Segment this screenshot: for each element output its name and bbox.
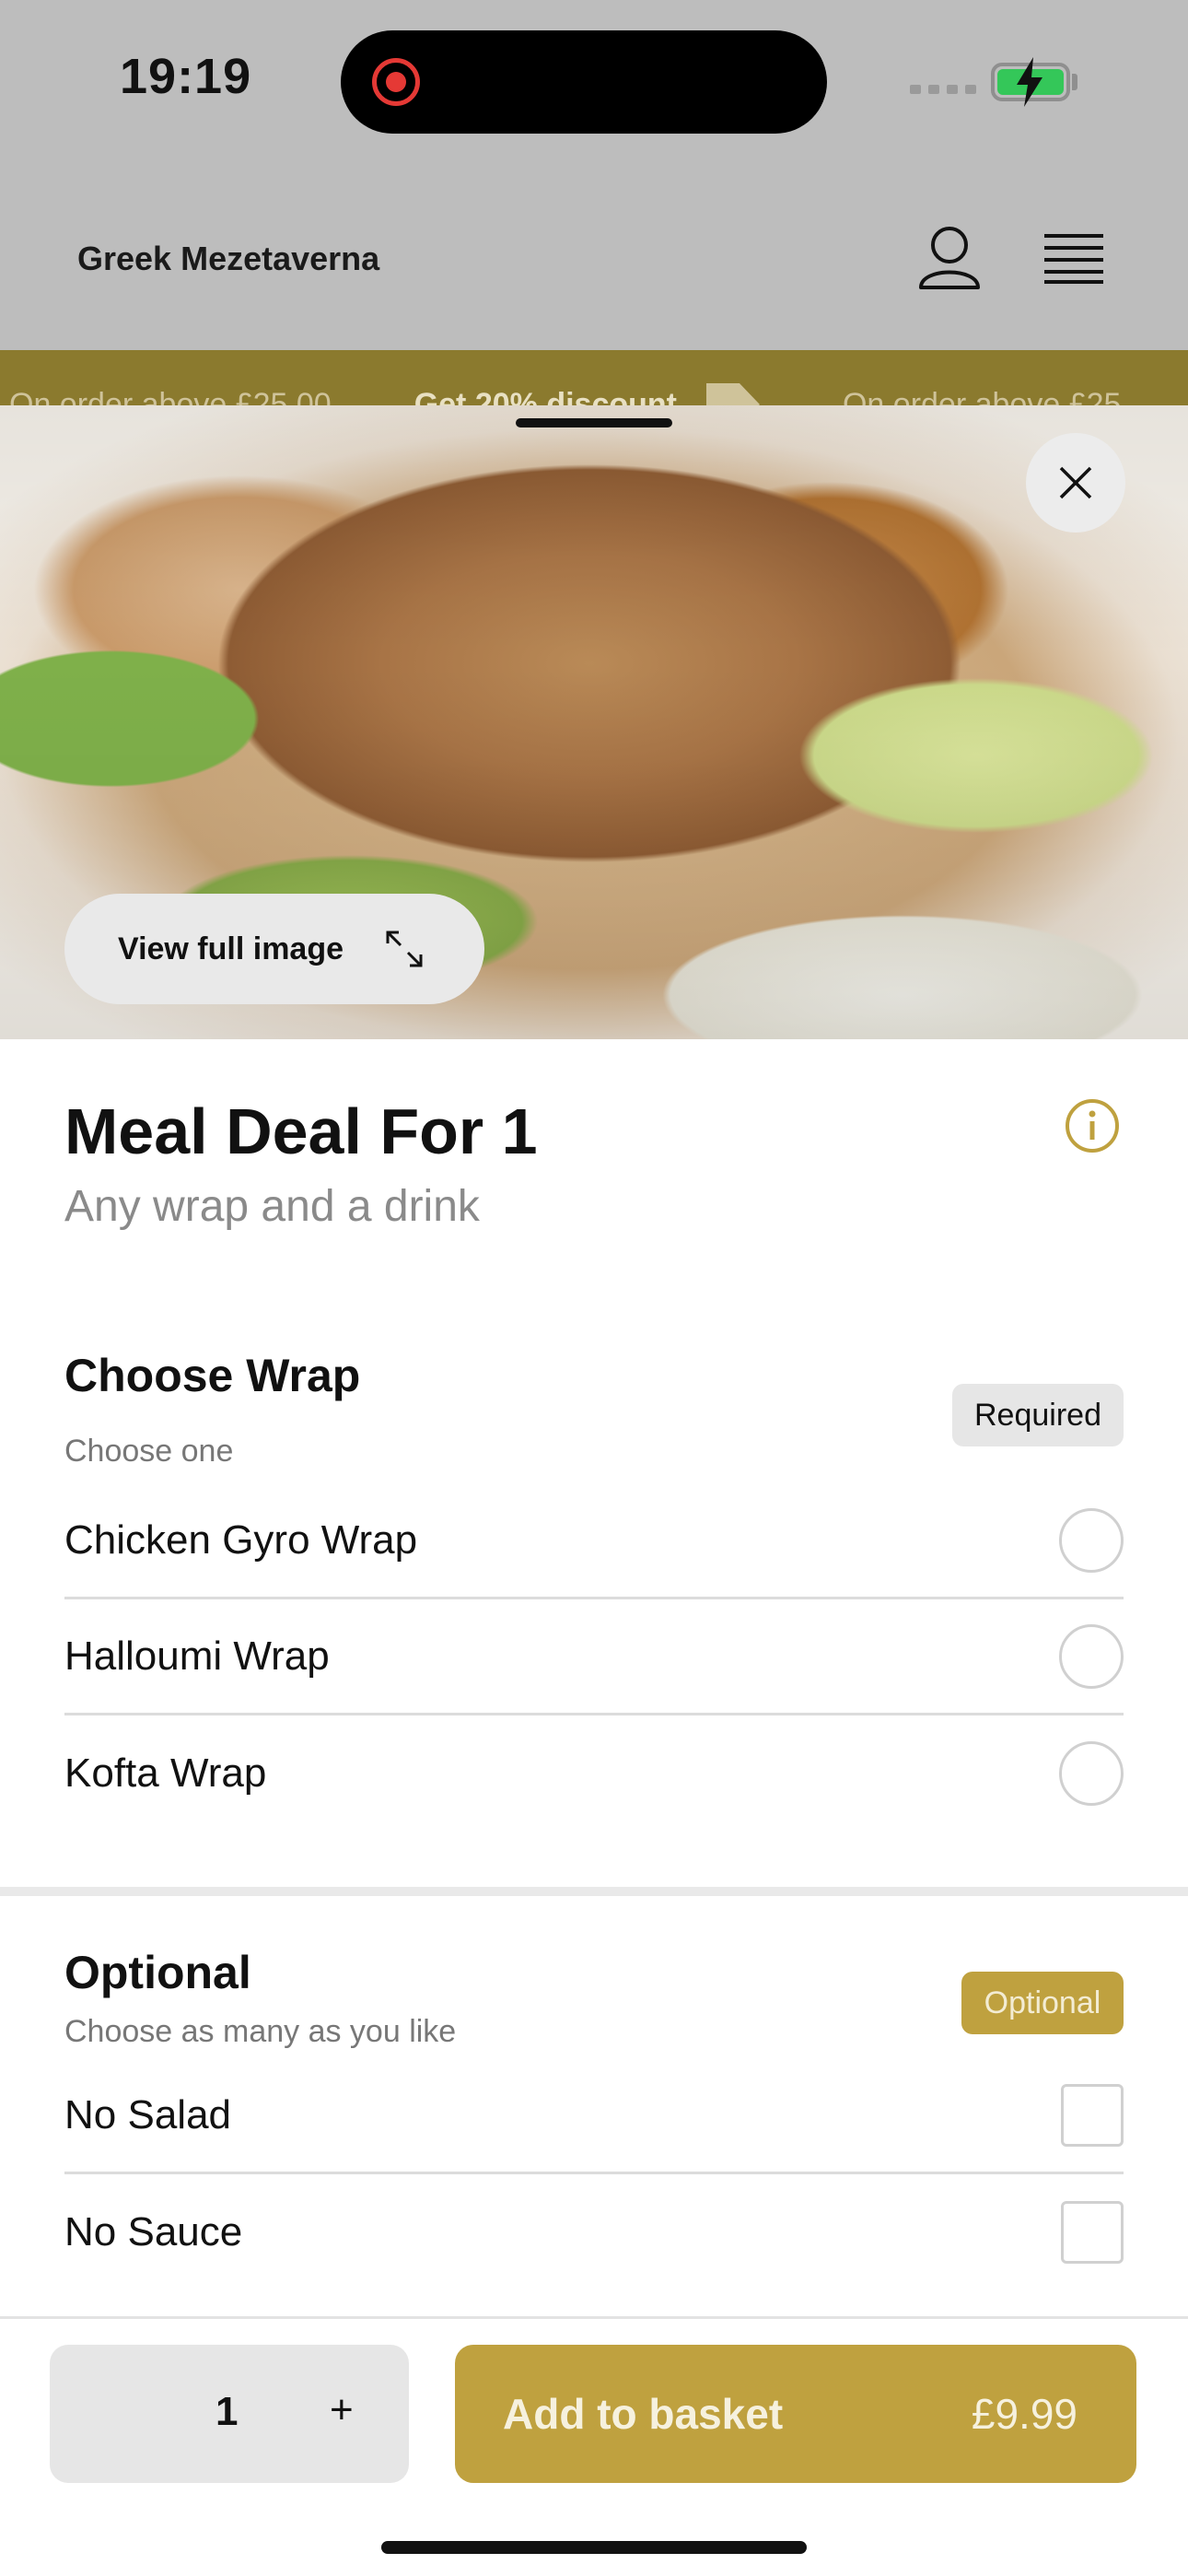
sheet-drag-handle[interactable] <box>516 418 672 427</box>
option-label: Chicken Gyro Wrap <box>64 1516 418 1563</box>
status-time: 19:19 <box>120 49 252 104</box>
promo-banner: On order above £25.00 Get 20% discount O… <box>0 350 1188 405</box>
promo-text: On order above £25.00 <box>9 386 332 406</box>
item-price: £9.99 <box>971 2390 1077 2438</box>
expand-icon <box>386 931 423 967</box>
battery-cap <box>1072 74 1077 90</box>
radio-button[interactable] <box>1059 1623 1124 1689</box>
quantity-value: 1 <box>215 2389 239 2434</box>
close-icon <box>1059 466 1092 499</box>
checkbox[interactable] <box>1061 2201 1124 2264</box>
add-to-basket-label: Add to basket <box>503 2390 784 2438</box>
item-title: Meal Deal For 1 <box>64 1095 538 1167</box>
group-title-optional: Optional <box>64 1947 251 1998</box>
info-icon[interactable] <box>1065 1098 1120 1153</box>
group-title-choose-wrap: Choose Wrap <box>64 1350 361 1401</box>
close-button[interactable] <box>1026 433 1125 533</box>
quantity-stepper: 1 + <box>50 2345 409 2483</box>
checkbox[interactable] <box>1061 2083 1124 2147</box>
view-full-image-button[interactable]: View full image <box>64 894 484 1004</box>
option-label: No Salad <box>64 2091 232 2137</box>
option-no-salad[interactable]: No Salad <box>64 2058 1124 2174</box>
signal-icon <box>910 85 976 94</box>
option-chicken-gyro-wrap[interactable]: Chicken Gyro Wrap <box>64 1483 1124 1599</box>
restaurant-name[interactable]: Greek Mezetaverna <box>77 240 379 278</box>
radio-button[interactable] <box>1059 1741 1124 1806</box>
view-full-image-label: View full image <box>118 931 344 966</box>
promo-text: On order above £25 <box>842 386 1122 406</box>
item-sheet: View full image Meal Deal For 1 Any wrap… <box>0 405 1188 2576</box>
item-image: View full image <box>0 405 1188 1039</box>
option-kofta-wrap[interactable]: Kofta Wrap <box>64 1715 1124 1832</box>
charging-bolt-icon <box>1017 57 1042 107</box>
screen-recording-icon <box>372 58 420 106</box>
tag-icon <box>705 383 760 405</box>
option-label: Kofta Wrap <box>64 1751 267 1796</box>
section-divider <box>0 1887 1188 1896</box>
optional-badge: Optional <box>961 1972 1124 2034</box>
required-badge: Required <box>952 1384 1124 1446</box>
app-header: Greek Mezetaverna <box>0 166 1188 350</box>
option-halloumi-wrap[interactable]: Halloumi Wrap <box>64 1599 1124 1715</box>
menu-icon[interactable] <box>1044 232 1103 284</box>
home-indicator <box>381 2541 807 2554</box>
increment-button[interactable]: + <box>330 2387 354 2433</box>
group-hint-optional: Choose as many as you like <box>64 2014 457 2049</box>
dynamic-island <box>341 30 827 134</box>
status-bar: 19:19 <box>0 0 1188 166</box>
user-icon[interactable] <box>917 225 982 291</box>
option-no-sauce[interactable]: No Sauce <box>64 2174 1124 2290</box>
promo-discount: Get 20% discount <box>413 386 677 406</box>
option-label: Halloumi Wrap <box>64 1633 330 1679</box>
add-to-basket-button[interactable]: Add to basket £9.99 <box>455 2345 1136 2483</box>
bottom-action-bar: 1 + Add to basket £9.99 <box>0 2316 1188 2576</box>
radio-button[interactable] <box>1059 1507 1124 1573</box>
option-label: No Sauce <box>64 2209 243 2254</box>
group-hint-choose-wrap: Choose one <box>64 1434 234 1469</box>
item-subtitle: Any wrap and a drink <box>64 1182 480 1231</box>
